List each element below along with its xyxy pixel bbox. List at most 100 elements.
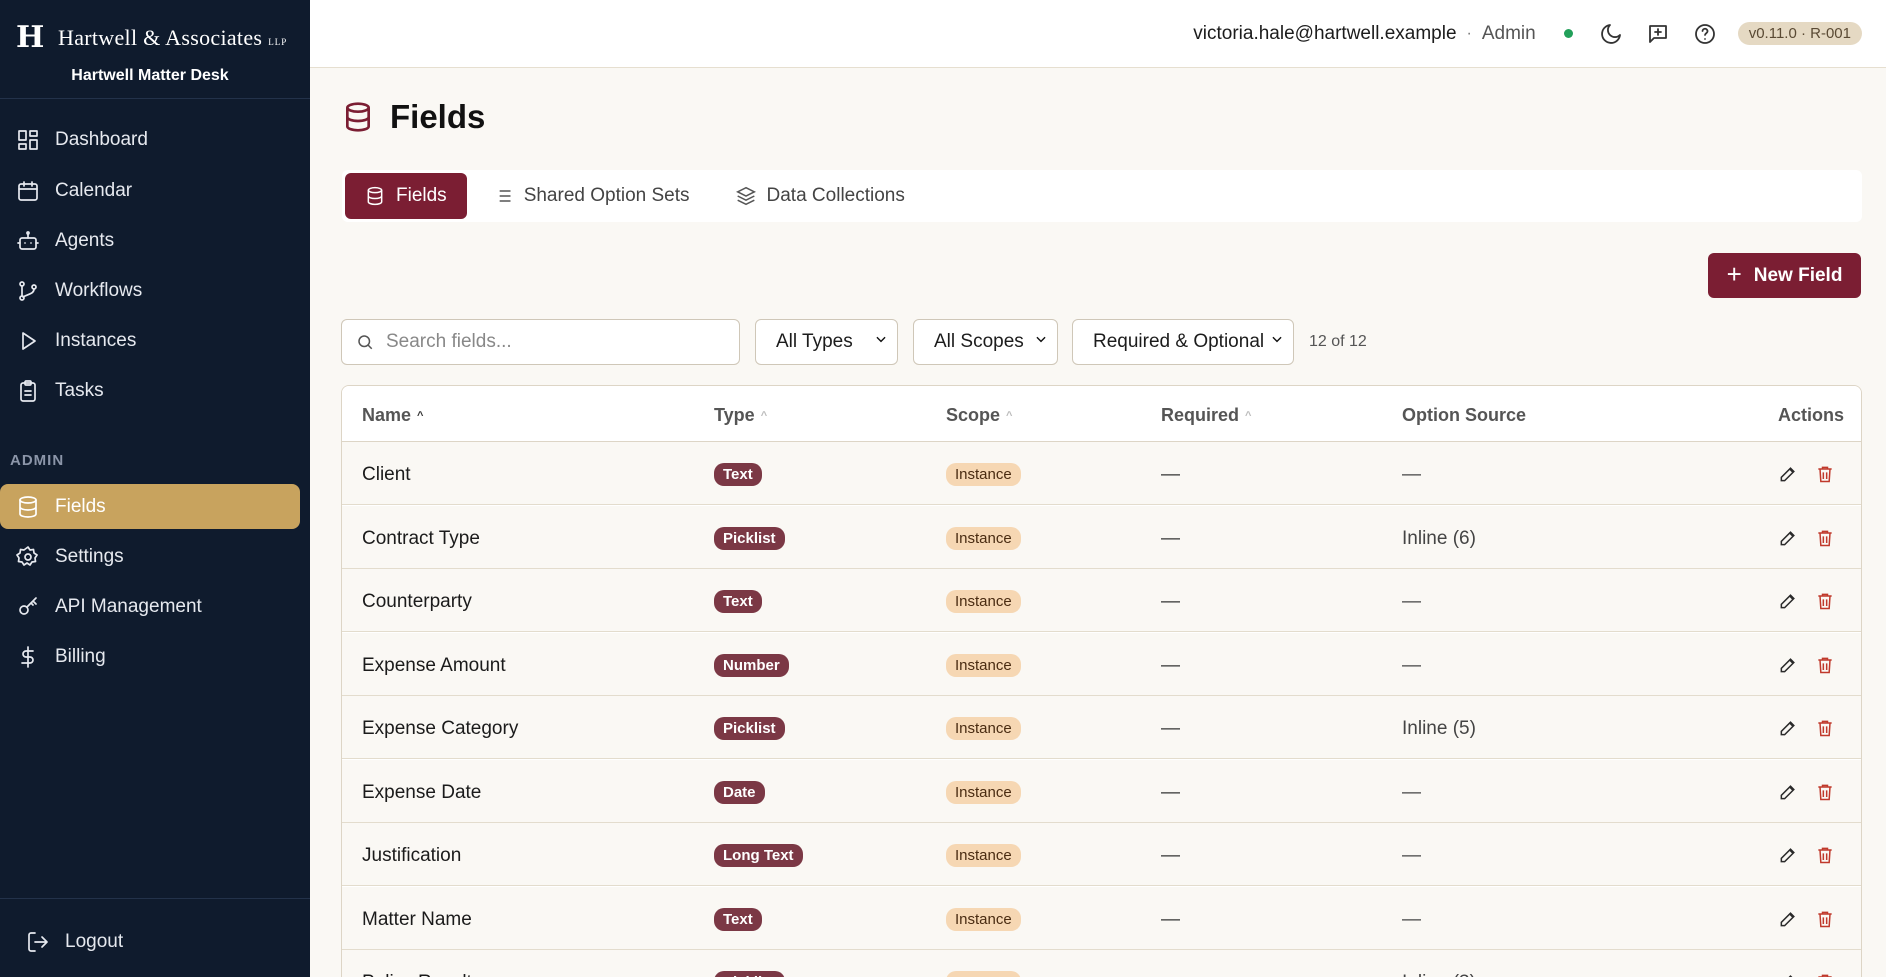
edit-icon[interactable] xyxy=(1778,464,1798,484)
table-row[interactable]: Client Text Instance — — xyxy=(342,442,1861,505)
tab-label: Fields xyxy=(396,185,447,206)
field-name: Expense Category xyxy=(362,718,519,739)
tab-bar: Fields Shared Option Sets Data Collectio… xyxy=(342,170,1862,222)
sidebar: H Hartwell & Associates LLP Hartwell Mat… xyxy=(0,0,310,977)
option-source-value: Inline (6) xyxy=(1402,527,1476,549)
trash-icon[interactable] xyxy=(1815,718,1835,738)
table-row[interactable]: Contract Type Picklist Instance — Inline (6) xyxy=(342,505,1861,569)
table-row[interactable]: Counterparty Text Instance — — xyxy=(342,569,1861,632)
required-value: — xyxy=(1161,718,1180,739)
sidebar-item-label: Dashboard xyxy=(55,128,148,150)
trash-icon[interactable] xyxy=(1815,845,1835,865)
logout-icon xyxy=(28,931,48,952)
moon-icon[interactable] xyxy=(1599,22,1623,46)
fields-table: Name ^ Type ^ Scope ^ Required ^ Option Sour… xyxy=(341,385,1862,977)
type-filter-select[interactable]: All Types xyxy=(755,319,898,365)
edit-icon[interactable] xyxy=(1778,972,1798,977)
option-source-value: — xyxy=(1402,781,1421,803)
sidebar-item-label: Calendar xyxy=(55,179,133,201)
sidebar-item-api-management[interactable]: API Management xyxy=(0,584,300,629)
sidebar-item-label: Tasks xyxy=(55,379,104,401)
table-row[interactable]: Matter Name Text Instance — — xyxy=(342,886,1861,950)
column-header-scope[interactable]: Scope ^ xyxy=(946,405,1012,426)
type-badge: Picklist xyxy=(714,526,785,550)
tab-fields[interactable]: Fields xyxy=(345,173,467,219)
edit-icon[interactable] xyxy=(1778,909,1798,929)
sidebar-item-label: API Management xyxy=(55,595,202,617)
database-icon xyxy=(19,495,37,518)
column-header-required[interactable]: Required ^ xyxy=(1161,405,1251,426)
help-icon[interactable] xyxy=(1693,22,1717,46)
column-header-name[interactable]: Name ^ xyxy=(362,405,423,426)
sidebar-item-tasks[interactable]: Tasks xyxy=(0,368,300,413)
search-box[interactable] xyxy=(341,319,740,365)
type-badge: Long Text xyxy=(714,844,803,867)
search-input[interactable] xyxy=(386,331,726,353)
field-name: Client xyxy=(362,464,411,485)
dollar-icon xyxy=(21,645,34,668)
sidebar-item-agents[interactable]: Agents xyxy=(0,218,300,263)
topbar: victoria.hale@hartwell.example · Admin v… xyxy=(310,0,1886,68)
sidebar-item-workflows[interactable]: Workflows xyxy=(0,268,300,313)
column-label: Name xyxy=(362,405,412,425)
sidebar-item-label: Billing xyxy=(55,645,106,667)
logout-button[interactable]: Logout xyxy=(10,919,300,964)
type-badge: Picklist xyxy=(714,971,785,977)
sidebar-item-settings[interactable]: Settings xyxy=(0,534,300,579)
user-role: Admin xyxy=(1481,22,1536,44)
edit-icon[interactable] xyxy=(1778,655,1798,675)
trash-icon[interactable] xyxy=(1815,909,1835,929)
trash-icon[interactable] xyxy=(1815,464,1835,484)
page-header: Fields xyxy=(342,98,485,136)
layers-icon xyxy=(735,186,756,206)
edit-icon[interactable] xyxy=(1778,718,1798,738)
brand-name: Hartwell & Associates xyxy=(58,24,263,50)
trash-icon[interactable] xyxy=(1815,591,1835,611)
sidebar-item-fields[interactable]: Fields xyxy=(0,484,300,529)
sidebar-item-billing[interactable]: Billing xyxy=(0,634,300,679)
chevron-down-icon xyxy=(1036,336,1046,343)
column-header-type[interactable]: Type ^ xyxy=(714,405,767,426)
type-filter-value: All Types xyxy=(776,331,853,352)
table-row[interactable]: Justification Long Text Instance — — xyxy=(342,823,1861,886)
tab-shared-option-sets[interactable]: Shared Option Sets xyxy=(473,173,710,219)
new-field-button[interactable]: + New Field xyxy=(1708,253,1861,298)
required-value: — xyxy=(1161,591,1180,612)
workflow-icon xyxy=(19,280,37,301)
type-badge: Text xyxy=(714,907,762,931)
table-row[interactable]: Expense Date Date Instance — — xyxy=(342,759,1861,823)
trash-icon[interactable] xyxy=(1815,972,1835,977)
table-row[interactable]: Expense Amount Number Instance — — xyxy=(342,632,1861,696)
sidebar-item-label: Workflows xyxy=(55,279,143,301)
tab-data-collections[interactable]: Data Collections xyxy=(716,173,925,219)
required-value: — xyxy=(1161,527,1180,549)
column-header-actions: Actions xyxy=(1778,405,1844,426)
sidebar-item-instances[interactable]: Instances xyxy=(0,318,300,363)
required-filter-value: Required & Optional xyxy=(1093,331,1265,352)
sidebar-item-dashboard[interactable]: Dashboard xyxy=(0,117,300,162)
trash-icon[interactable] xyxy=(1815,528,1835,548)
edit-icon[interactable] xyxy=(1778,591,1798,611)
table-row[interactable]: Expense Category Picklist Instance — Inline … xyxy=(342,696,1861,759)
column-label: Required xyxy=(1161,405,1240,425)
option-source-value: — xyxy=(1402,654,1421,676)
edit-icon[interactable] xyxy=(1778,528,1798,548)
chevron-down-icon xyxy=(1272,336,1282,343)
option-source-value: — xyxy=(1402,845,1421,866)
sort-icon: ^ xyxy=(1006,409,1013,422)
sidebar-item-calendar[interactable]: Calendar xyxy=(0,168,300,213)
table-row[interactable]: Policy Result Picklist Instance — Inline (3) xyxy=(342,950,1861,977)
scope-filter-select[interactable]: All Scopes xyxy=(913,319,1058,365)
scope-badge: Instance xyxy=(946,844,1021,867)
column-label: Actions xyxy=(1778,405,1845,425)
trash-icon[interactable] xyxy=(1815,655,1835,675)
database-icon xyxy=(346,102,370,132)
required-filter-select[interactable]: Required & Optional xyxy=(1072,319,1294,365)
sort-icon: ^ xyxy=(1245,409,1252,422)
trash-icon[interactable] xyxy=(1815,782,1835,802)
feedback-icon[interactable] xyxy=(1646,22,1670,46)
edit-icon[interactable] xyxy=(1778,845,1798,865)
required-value: — xyxy=(1161,464,1180,485)
scope-badge: Instance xyxy=(946,971,1021,977)
edit-icon[interactable] xyxy=(1778,782,1798,802)
